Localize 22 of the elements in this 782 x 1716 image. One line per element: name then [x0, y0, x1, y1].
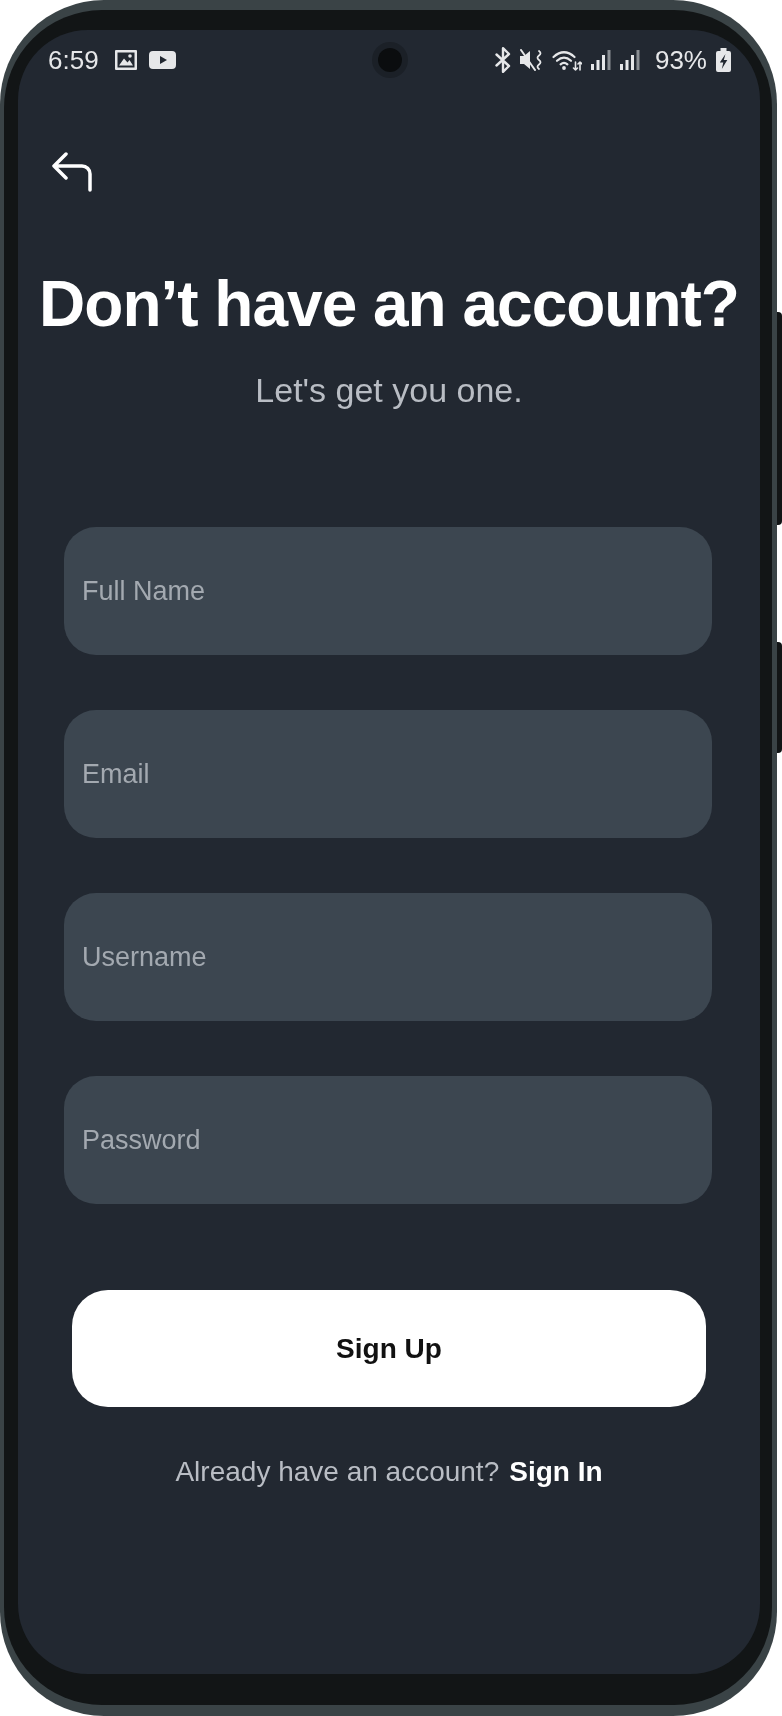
subtitle: Let's get you one.	[254, 370, 524, 411]
status-time: 6:59	[48, 45, 99, 75]
signal-icon	[590, 50, 611, 70]
input-field[interactable]: Full Name	[64, 527, 712, 655]
sign-up-button[interactable]: Sign Up	[72, 1290, 706, 1407]
mute-icon	[519, 49, 543, 71]
input-field[interactable]: Username	[64, 893, 712, 1021]
bluetooth-icon	[494, 47, 511, 73]
input-field[interactable]: Email	[64, 710, 712, 838]
prompt-text: Already have an account?	[175, 1455, 500, 1489]
play-icon	[148, 51, 176, 69]
battery-charging-icon	[716, 48, 731, 72]
back-arrow-icon	[52, 152, 92, 192]
input-field[interactable]: Password	[64, 1076, 712, 1204]
back-button[interactable]	[52, 152, 92, 192]
wifi-icon	[551, 49, 582, 71]
image-icon	[114, 50, 137, 70]
battery-percent: 93%	[654, 45, 707, 75]
page-title: Don’t have an account?	[38, 267, 740, 342]
camera-lens-icon	[371, 42, 408, 78]
sign-in-link[interactable]: Sign In	[509, 1455, 603, 1489]
signal-icon	[619, 50, 640, 70]
